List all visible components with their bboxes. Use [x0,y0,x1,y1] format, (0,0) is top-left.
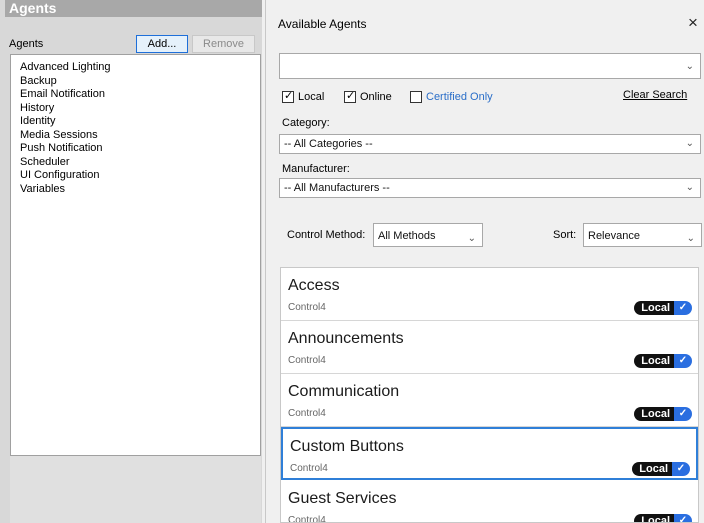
chevron-down-icon[interactable]: ⌄ [468,227,476,251]
list-item[interactable]: Variables [11,183,260,197]
agent-result-item[interactable]: Access Control4 Local ✓ [281,268,698,321]
agent-result-item[interactable]: Guest Services Control4 Local ✓ [281,481,698,523]
agent-name: Communication [288,383,400,400]
checkmark-icon: ✓ [672,462,690,476]
checkmark-icon: ✓ [674,407,692,421]
list-item[interactable]: History [11,102,260,116]
agents-panel: Agents Agents Add... Remove Advanced Lig… [0,0,262,523]
agent-manufacturer: Control4 [288,515,326,523]
list-item[interactable]: Email Notification [11,88,260,102]
control-method-label: Control Method: [287,229,366,241]
local-badge: Local ✓ [634,301,692,315]
manufacturer-dropdown[interactable]: -- All Manufacturers -- ⌄ [279,178,701,198]
agent-properties-area [10,456,261,523]
agent-name: Guest Services [288,490,397,507]
agent-manufacturer: Control4 [288,355,326,366]
list-item[interactable]: Advanced Lighting [11,61,260,75]
sort-value: Relevance [588,230,640,242]
agents-toolbar-label: Agents [9,38,44,50]
agent-name: Announcements [288,330,404,347]
chevron-down-icon[interactable]: ⌄ [686,58,694,76]
badge-label: Local [634,301,674,315]
online-filter-checkbox[interactable]: Online [344,89,392,104]
add-agent-button[interactable]: Add... [136,35,188,53]
badge-label: Local [634,407,674,421]
chevron-down-icon[interactable]: ⌄ [686,179,694,197]
local-filter-checkbox[interactable]: Local [282,89,325,104]
local-badge: Local ✓ [634,407,692,421]
chevron-down-icon[interactable]: ⌄ [687,227,695,251]
agent-result-item-selected[interactable]: Custom Buttons Control4 Local ✓ [281,427,698,480]
category-label: Category: [282,117,330,129]
agent-result-item[interactable]: Announcements Control4 Local ✓ [281,321,698,374]
local-badge: Local ✓ [632,462,690,476]
sort-dropdown[interactable]: Relevance ⌄ [583,223,702,247]
search-input[interactable]: ⌄ [279,53,701,79]
checkbox-local[interactable] [282,89,294,103]
checkbox-online[interactable] [344,89,356,103]
local-filter-label: Local [298,91,325,103]
agent-result-item[interactable]: Communication Control4 Local ✓ [281,374,698,427]
certified-only-checkbox[interactable]: Certified Only [410,90,493,104]
manufacturer-value: -- All Manufacturers -- [284,182,390,194]
badge-label: Local [634,354,674,368]
agent-results-list[interactable]: Access Control4 Local ✓ Announcements Co… [280,267,699,523]
installed-agents-list[interactable]: Advanced Lighting Backup Email Notificat… [10,54,261,456]
checkmark-icon: ✓ [674,301,692,315]
sort-label: Sort: [553,229,577,241]
list-item[interactable]: UI Configuration [11,169,260,183]
badge-label: Local [634,514,674,522]
local-badge: Local ✓ [634,514,692,522]
control-method-dropdown[interactable]: All Methods ⌄ [373,223,483,247]
list-item[interactable]: Backup [11,75,260,89]
checkbox-certified[interactable] [410,91,422,103]
list-item[interactable]: Identity [11,115,260,129]
close-icon[interactable]: × [688,13,698,33]
badge-label: Local [632,462,672,476]
list-item[interactable]: Media Sessions [11,129,260,143]
certified-filter-label: Certified Only [426,91,493,103]
agent-manufacturer: Control4 [288,408,326,419]
agent-name: Custom Buttons [290,438,404,455]
list-item[interactable]: Push Notification [11,142,260,156]
control-method-value: All Methods [378,230,436,242]
checkmark-icon: ✓ [674,514,692,522]
dialog-title: Available Agents [278,17,367,31]
checkmark-icon: ✓ [674,354,692,368]
agent-name: Access [288,277,340,294]
clear-search-link[interactable]: Clear Search [623,89,687,101]
chevron-down-icon[interactable]: ⌄ [686,135,694,153]
list-item[interactable]: Scheduler [11,156,260,170]
agents-panel-header: Agents [5,0,262,17]
agent-manufacturer: Control4 [288,302,326,313]
remove-agent-button[interactable]: Remove [192,35,255,53]
category-dropdown[interactable]: -- All Categories -- ⌄ [279,134,701,154]
available-agents-dialog: Available Agents × ⌄ Local Online Certif… [265,0,704,523]
local-badge: Local ✓ [634,354,692,368]
agent-manufacturer: Control4 [290,463,328,474]
category-value: -- All Categories -- [284,138,373,150]
online-filter-label: Online [360,91,392,103]
manufacturer-label: Manufacturer: [282,163,350,175]
